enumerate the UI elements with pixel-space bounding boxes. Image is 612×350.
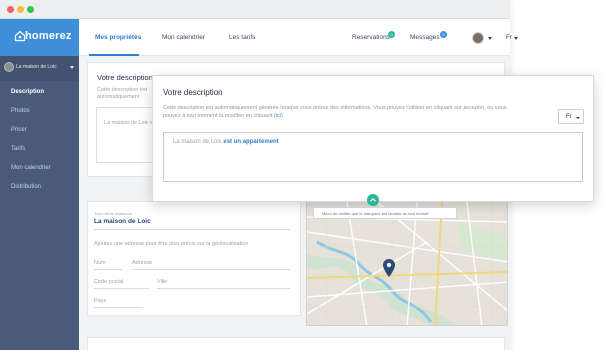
sidebar: homerez La maison de Loic Description Ph… (0, 19, 79, 350)
location-map[interactable] (306, 201, 508, 326)
sidebar-item-calendrier[interactable]: Mon calendrier (11, 165, 51, 171)
map-toggle-button[interactable] (367, 194, 379, 206)
messages-link[interactable]: Messages (410, 34, 440, 41)
sidebar-item-photos[interactable]: Photos (11, 108, 30, 114)
tab-mon-calendrier[interactable]: Mon calendrier (162, 34, 205, 41)
maximize-window-dot[interactable] (27, 6, 34, 13)
geolocation-hint: Ajoutez une adresse pour être plus préci… (94, 241, 249, 247)
field-underline (94, 288, 149, 289)
field-underline (94, 307, 142, 308)
street-field[interactable]: Adresse (132, 260, 152, 266)
property-thumbnail (4, 62, 14, 72)
language-selector[interactable]: Fr (506, 34, 512, 41)
active-tab-indicator (89, 54, 139, 56)
edit-link[interactable]: ici (276, 113, 281, 119)
field-underline (132, 269, 290, 270)
address-card: Nom de la résidence La maison de Loic Aj… (87, 201, 301, 316)
sidebar-item-description[interactable]: Description (11, 89, 44, 95)
chevron-down-icon[interactable] (488, 37, 492, 40)
tab-les-tarifs[interactable]: Les tarifs (229, 34, 255, 41)
chevron-up-icon (370, 197, 376, 202)
chevron-down-icon (70, 66, 74, 69)
property-name: La maison de Loic (16, 64, 57, 70)
additional-card (87, 337, 505, 350)
popup-language-select[interactable]: Fr (558, 109, 584, 124)
description-text-area[interactable]: La maison de Loic est un appartement (163, 132, 583, 182)
map-graphic (307, 202, 507, 325)
chevron-down-icon[interactable] (514, 37, 518, 40)
close-window-dot[interactable] (7, 6, 14, 13)
avatar[interactable] (472, 32, 484, 44)
chevron-down-icon (576, 117, 580, 119)
description-popup: Votre description Cette description est … (152, 75, 594, 202)
description-heading: Votre description (97, 73, 153, 82)
reservations-link[interactable]: Reservations (352, 34, 390, 41)
popup-description: Cette description est automatiquement gé… (163, 105, 507, 119)
number-field[interactable]: Num (94, 260, 106, 266)
description-help-text: Cette description est automatiquement gé… (97, 87, 148, 100)
brand-name: homerez (25, 30, 72, 42)
browser-chrome (0, 0, 510, 19)
field-underline (94, 269, 122, 270)
location-pin-icon[interactable] (383, 259, 395, 277)
brand-bar[interactable]: homerez (0, 19, 79, 56)
residence-name-field[interactable]: La maison de Loic (94, 218, 151, 225)
top-navigation: Mes propriétés Mon calendrier Les tarifs… (79, 19, 518, 56)
residence-name-label: Nom de la résidence (95, 211, 132, 216)
postal-code-field[interactable]: Code postal (94, 279, 123, 285)
popup-title: Votre description (163, 88, 223, 97)
field-underline (157, 288, 290, 289)
map-tooltip: Merci de vérifier que le marqueur est lo… (313, 207, 457, 219)
minimize-window-dot[interactable] (17, 6, 24, 13)
sidebar-item-pricer[interactable]: Pricer (11, 127, 27, 133)
city-field[interactable]: Ville (157, 279, 167, 285)
description-text: La maison de Loic (173, 139, 222, 145)
property-selector[interactable]: La maison de Loic (0, 56, 79, 81)
sidebar-item-tarifs[interactable]: Tarifs (11, 146, 25, 152)
reservations-badge: 0 (388, 31, 395, 38)
messages-badge: 0 (440, 31, 447, 38)
field-underline (94, 229, 290, 230)
sidebar-item-distribution[interactable]: Distribution (11, 184, 41, 190)
screen: homerez La maison de Loic Description Ph… (0, 0, 612, 350)
tab-mes-proprietes[interactable]: Mes propriétés (95, 34, 141, 41)
country-field[interactable]: Pays (94, 298, 106, 304)
description-highlight: est un appartement (223, 139, 279, 145)
